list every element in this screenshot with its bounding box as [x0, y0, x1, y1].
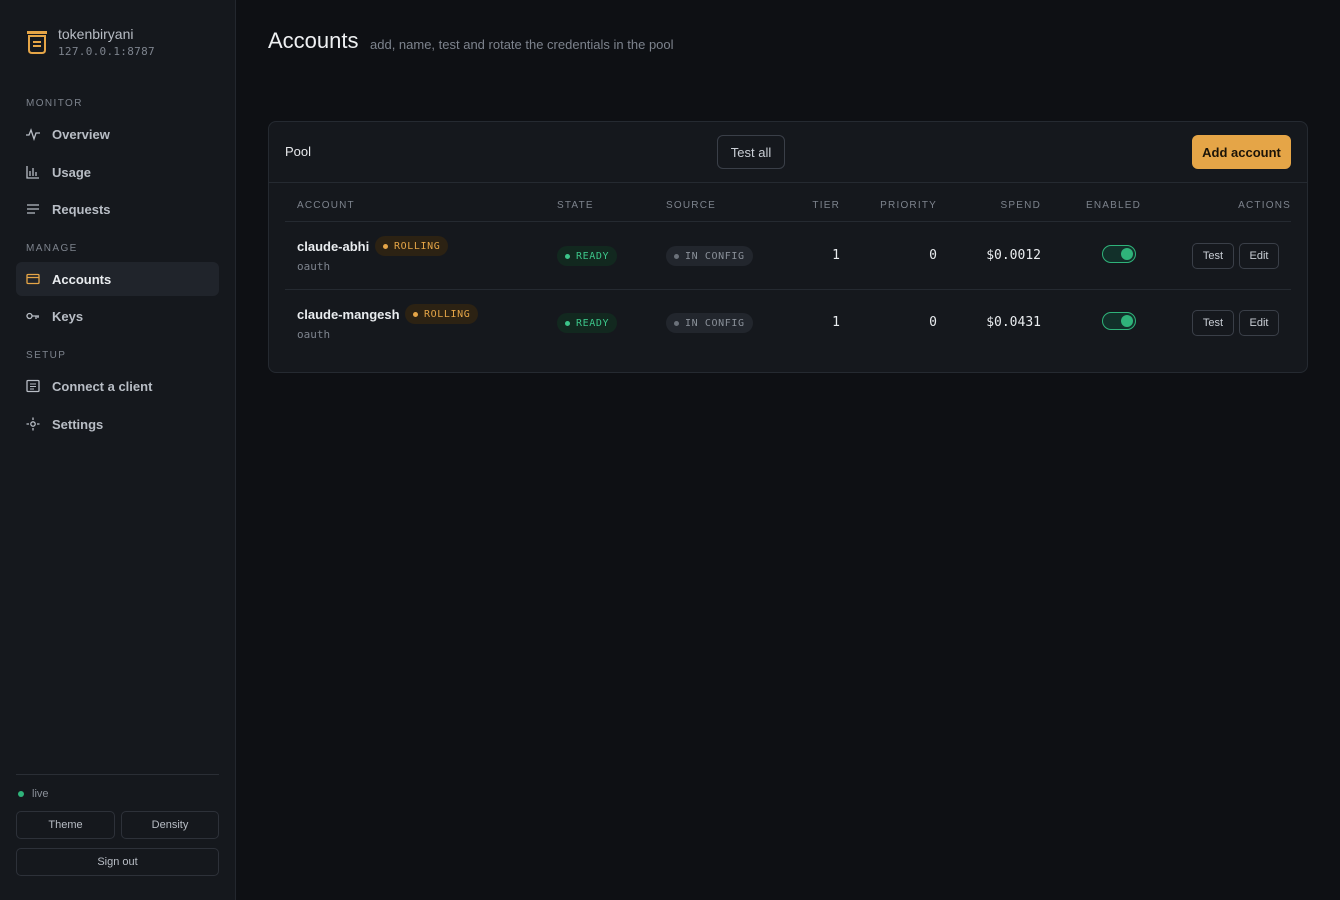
sidebar-item-overview[interactable]: Overview	[16, 117, 219, 151]
test-account-button[interactable]: Test	[1192, 310, 1234, 336]
box-logo-icon	[27, 31, 47, 54]
sidebar-item-requests[interactable]: Requests	[16, 192, 219, 226]
rolling-badge-label: ROLLING	[394, 240, 441, 252]
badge-dot-icon	[383, 243, 388, 249]
enabled-toggle[interactable]	[1102, 245, 1136, 263]
page-subtitle: add, name, test and rotate the credentia…	[370, 37, 674, 52]
column-header-priority: PRIORITY	[880, 200, 937, 211]
column-header-state: STATE	[557, 200, 594, 211]
sidebar-item-label: Connect a client	[52, 378, 153, 394]
spend-value: $0.0012	[986, 248, 1041, 263]
sign-out-button[interactable]: Sign out	[16, 848, 219, 876]
terminal-icon	[26, 379, 40, 393]
badge-dot-icon	[674, 253, 679, 259]
source-badge-label: IN CONFIG	[685, 250, 745, 262]
rolling-badge: ROLLING	[375, 236, 449, 256]
bar-chart-icon	[26, 166, 39, 179]
sidebar-item-settings[interactable]: Settings	[16, 407, 219, 441]
live-status: live	[18, 788, 49, 800]
sidebar-item-label: Overview	[52, 126, 110, 142]
edit-account-button[interactable]: Edit	[1239, 243, 1279, 269]
sidebar-item-label: Keys	[52, 308, 84, 324]
section-label-monitor: MONITOR	[26, 98, 83, 109]
sidebar-item-connect-client[interactable]: Connect a client	[16, 369, 219, 403]
account-name: claude-mangesh	[297, 307, 400, 322]
live-status-label: live	[32, 788, 49, 800]
card-icon	[26, 273, 40, 285]
pool-title: Pool	[285, 144, 312, 159]
source-badge-label: IN CONFIG	[685, 317, 745, 329]
tier-value: 1	[832, 315, 840, 330]
brand: tokenbiryani 127.0.0.1:8787	[26, 26, 155, 58]
toggle-knob	[1121, 315, 1133, 327]
state-badge: READY	[557, 313, 618, 333]
density-button[interactable]: Density	[121, 811, 219, 839]
priority-value: 0	[929, 248, 937, 263]
state-badge: READY	[557, 246, 618, 266]
sidebar: tokenbiryani 127.0.0.1:8787 MONITOR Over…	[0, 0, 236, 900]
account-name: claude-abhi	[297, 239, 370, 254]
sidebar-divider	[16, 774, 219, 775]
tier-value: 1	[832, 248, 840, 263]
column-header-source: SOURCE	[666, 200, 716, 211]
header-divider	[285, 221, 1291, 222]
page-title: Accounts	[268, 28, 359, 53]
state-badge-label: READY	[576, 250, 610, 262]
badge-dot-icon	[413, 311, 418, 317]
enabled-toggle[interactable]	[1102, 312, 1136, 330]
pool-card-header: Pool Test all Add account	[269, 122, 1307, 183]
add-account-button[interactable]: Add account	[1192, 135, 1291, 169]
brand-name: tokenbiryani	[58, 26, 134, 42]
test-account-button[interactable]: Test	[1192, 243, 1234, 269]
state-badge-label: READY	[576, 317, 610, 329]
badge-dot-icon	[674, 320, 679, 326]
edit-account-button[interactable]: Edit	[1239, 310, 1279, 336]
column-header-enabled: ENABLED	[1086, 200, 1142, 211]
column-header-spend: SPEND	[1000, 200, 1041, 211]
badge-dot-icon	[565, 320, 570, 326]
sidebar-item-usage[interactable]: Usage	[16, 155, 219, 189]
account-type: oauth	[297, 260, 331, 273]
source-badge: IN CONFIG	[666, 246, 753, 266]
section-label-setup: SETUP	[26, 350, 67, 361]
spend-value: $0.0431	[986, 315, 1041, 330]
badge-dot-icon	[565, 253, 570, 259]
toggle-knob	[1121, 248, 1133, 260]
column-header-tier: TIER	[812, 200, 840, 211]
source-badge: IN CONFIG	[666, 313, 753, 333]
sidebar-item-accounts[interactable]: Accounts	[16, 262, 219, 296]
rolling-badge-label: ROLLING	[424, 308, 471, 320]
rolling-badge: ROLLING	[405, 304, 479, 324]
row-divider	[285, 289, 1291, 290]
column-header-actions: ACTIONS	[1238, 200, 1291, 211]
priority-value: 0	[929, 315, 937, 330]
sidebar-item-label: Usage	[52, 164, 92, 180]
key-icon	[26, 312, 39, 320]
pulse-icon	[26, 128, 40, 141]
account-type: oauth	[297, 328, 331, 341]
live-dot-icon	[18, 791, 24, 797]
section-label-manage: MANAGE	[26, 243, 78, 254]
brand-address: 127.0.0.1:8787	[58, 45, 155, 58]
gear-icon	[26, 417, 40, 431]
column-header-account: ACCOUNT	[297, 200, 355, 211]
sidebar-item-keys[interactable]: Keys	[16, 299, 219, 333]
sidebar-item-label: Settings	[52, 416, 104, 432]
sidebar-item-label: Accounts	[52, 271, 112, 287]
sidebar-item-label: Requests	[52, 201, 111, 217]
list-icon	[27, 204, 39, 214]
pool-card: Pool Test all Add account ACCOUNT STATE …	[268, 121, 1308, 373]
theme-button[interactable]: Theme	[16, 811, 115, 839]
test-all-button[interactable]: Test all	[717, 135, 785, 169]
